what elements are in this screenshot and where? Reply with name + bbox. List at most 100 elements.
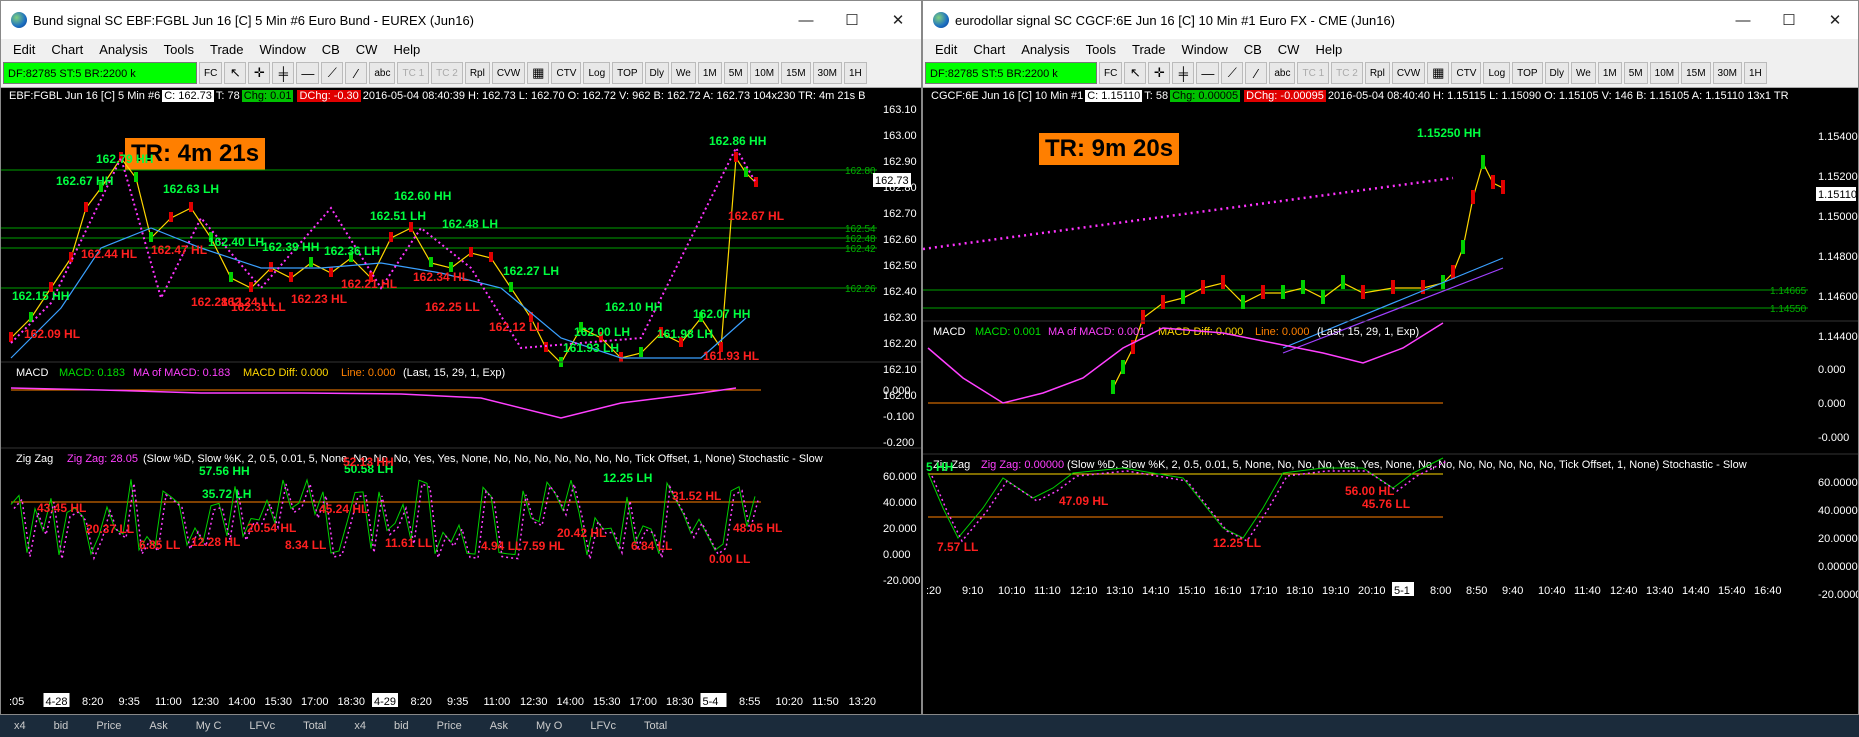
pointer-tool-icon[interactable]: ↖	[1124, 62, 1147, 84]
taskbar-item[interactable]: LFVc	[576, 715, 630, 737]
menu-chart[interactable]: Chart	[43, 42, 91, 57]
bund-chart-window[interactable]: Bund signal SC EBF:FGBL Jun 16 [C] 5 Min…	[0, 0, 922, 715]
hline-tool-icon[interactable]: —	[296, 62, 320, 84]
swing-high-label: 162.36 LH	[324, 244, 380, 258]
fc-button[interactable]: FC	[199, 62, 223, 84]
replay-button[interactable]: Rpl	[1364, 62, 1390, 84]
menu-trade[interactable]: Trade	[202, 42, 251, 57]
pointer-tool-icon[interactable]: ↖	[224, 62, 247, 84]
taskbar-item[interactable]: Total	[289, 715, 340, 737]
macd-ma-value: MA of MACD: 0.183	[133, 367, 230, 379]
menu-analysis[interactable]: Analysis	[1013, 42, 1077, 57]
1m-button[interactable]: 1M	[1597, 62, 1622, 84]
5m-button[interactable]: 5M	[723, 62, 748, 84]
1m-button[interactable]: 1M	[697, 62, 722, 84]
price-candle	[1361, 285, 1365, 299]
taskbar-item[interactable]: Total	[630, 715, 681, 737]
cursor-tool-icon[interactable]: ╪	[272, 62, 295, 84]
log-button[interactable]: Log	[1483, 62, 1511, 84]
menu-tools[interactable]: Tools	[156, 42, 202, 57]
eurodollar-chart-window[interactable]: eurodollar signal SC CGCF:6E Jun 16 [C] …	[922, 0, 1859, 715]
menu-edit[interactable]: Edit	[5, 42, 43, 57]
taskbar-item[interactable]: x4	[340, 715, 380, 737]
grid-tool-icon[interactable]: ▦	[527, 62, 550, 84]
close-button[interactable]: ✕	[1812, 1, 1858, 39]
menu-cb[interactable]: CB	[314, 42, 348, 57]
crosshair-tool-icon[interactable]: ✛	[248, 62, 271, 84]
10m-button[interactable]: 10M	[1649, 62, 1680, 84]
ctv-button[interactable]: CTV	[1451, 62, 1482, 84]
top-button[interactable]: TOP	[1512, 62, 1543, 84]
taskbar-item[interactable]: Ask	[476, 715, 522, 737]
menu-help[interactable]: Help	[385, 42, 428, 57]
menu-window[interactable]: Window	[1173, 42, 1235, 57]
taskbar-item[interactable]: My C	[182, 715, 236, 737]
ray-tool-icon[interactable]: ⟋	[1221, 62, 1244, 84]
maximize-button[interactable]: ☐	[829, 1, 875, 39]
menu-help[interactable]: Help	[1307, 42, 1350, 57]
menu-window[interactable]: Window	[251, 42, 313, 57]
30m-button[interactable]: 30M	[1712, 62, 1742, 84]
cvw-button[interactable]: CVW	[491, 62, 526, 84]
weekly-button[interactable]: We	[1571, 62, 1596, 84]
line-tool-icon[interactable]: ⁄	[345, 62, 368, 84]
grid-tool-icon[interactable]: ▦	[1427, 62, 1450, 84]
taskbar-item[interactable]: My O	[522, 715, 576, 737]
weekly-button[interactable]: We	[671, 62, 696, 84]
replay-button[interactable]: Rpl	[464, 62, 490, 84]
daily-button[interactable]: Dly	[1544, 62, 1569, 84]
tc1-button[interactable]: TC 1	[1297, 62, 1330, 84]
title-bar[interactable]: Bund signal SC EBF:FGBL Jun 16 [C] 5 Min…	[1, 1, 921, 39]
taskbar-item[interactable]: Ask	[135, 715, 181, 737]
menu-analysis[interactable]: Analysis	[91, 42, 155, 57]
text-tool-icon[interactable]: abc	[1269, 62, 1296, 84]
top-button[interactable]: TOP	[612, 62, 643, 84]
hline-tool-icon[interactable]: —	[1196, 62, 1220, 84]
1h-button[interactable]: 1H	[1744, 62, 1767, 84]
fc-button[interactable]: FC	[1099, 62, 1123, 84]
menu-edit[interactable]: Edit	[927, 42, 965, 57]
menu-chart[interactable]: Chart	[965, 42, 1013, 57]
taskbar-item[interactable]: Price	[82, 715, 135, 737]
cvw-button[interactable]: CVW	[1391, 62, 1426, 84]
menu-cb[interactable]: CB	[1236, 42, 1270, 57]
connection-status: DF:82785 ST:5 BR:2200 k	[3, 62, 197, 84]
close-button[interactable]: ✕	[875, 1, 921, 39]
menu-cw[interactable]: CW	[1270, 42, 1308, 57]
15m-button[interactable]: 15M	[781, 62, 811, 84]
minimize-button[interactable]: —	[783, 1, 829, 39]
tc2-button[interactable]: TC 2	[431, 62, 463, 84]
title-bar[interactable]: eurodollar signal SC CGCF:6E Jun 16 [C] …	[923, 1, 1858, 39]
chart-area[interactable]: CGCF:6E Jun 16 [C] 10 Min #1 C: 1.15110 …	[923, 88, 1858, 714]
taskbar-item[interactable]: Price	[423, 715, 476, 737]
minimize-button[interactable]: —	[1720, 1, 1766, 39]
ctv-button[interactable]: CTV	[551, 62, 582, 84]
chart-area[interactable]: EBF:FGBL Jun 16 [C] 5 Min #6 C: 162.73 T…	[1, 88, 921, 714]
15m-button[interactable]: 15M	[1681, 62, 1711, 84]
30m-button[interactable]: 30M	[812, 62, 842, 84]
tc1-button[interactable]: TC 1	[397, 62, 430, 84]
time-axis-label: 10:20	[776, 696, 804, 708]
ray-tool-icon[interactable]: ⟋	[321, 62, 344, 84]
taskbar-item[interactable]: bid	[380, 715, 423, 737]
crosshair-tool-icon[interactable]: ✛	[1148, 62, 1171, 84]
menu-tools[interactable]: Tools	[1078, 42, 1124, 57]
daily-button[interactable]: Dly	[644, 62, 669, 84]
taskbar-item[interactable]: LFVc	[235, 715, 289, 737]
10m-button[interactable]: 10M	[749, 62, 780, 84]
swing-low-label: 162.67 HL	[728, 209, 784, 223]
window-title: eurodollar signal SC CGCF:6E Jun 16 [C] …	[955, 12, 1396, 28]
taskbar-item[interactable]: x4	[0, 715, 40, 737]
1h-button[interactable]: 1H	[844, 62, 867, 84]
line-tool-icon[interactable]: ⁄	[1245, 62, 1268, 84]
cursor-tool-icon[interactable]: ╪	[1172, 62, 1195, 84]
maximize-button[interactable]: ☐	[1766, 1, 1812, 39]
tc2-button[interactable]: TC 2	[1331, 62, 1363, 84]
log-button[interactable]: Log	[583, 62, 611, 84]
5m-button[interactable]: 5M	[1623, 62, 1648, 84]
time-axis-label: 4-28	[46, 696, 68, 708]
taskbar-item[interactable]: bid	[40, 715, 83, 737]
menu-cw[interactable]: CW	[348, 42, 386, 57]
text-tool-icon[interactable]: abc	[369, 62, 396, 84]
menu-trade[interactable]: Trade	[1124, 42, 1173, 57]
